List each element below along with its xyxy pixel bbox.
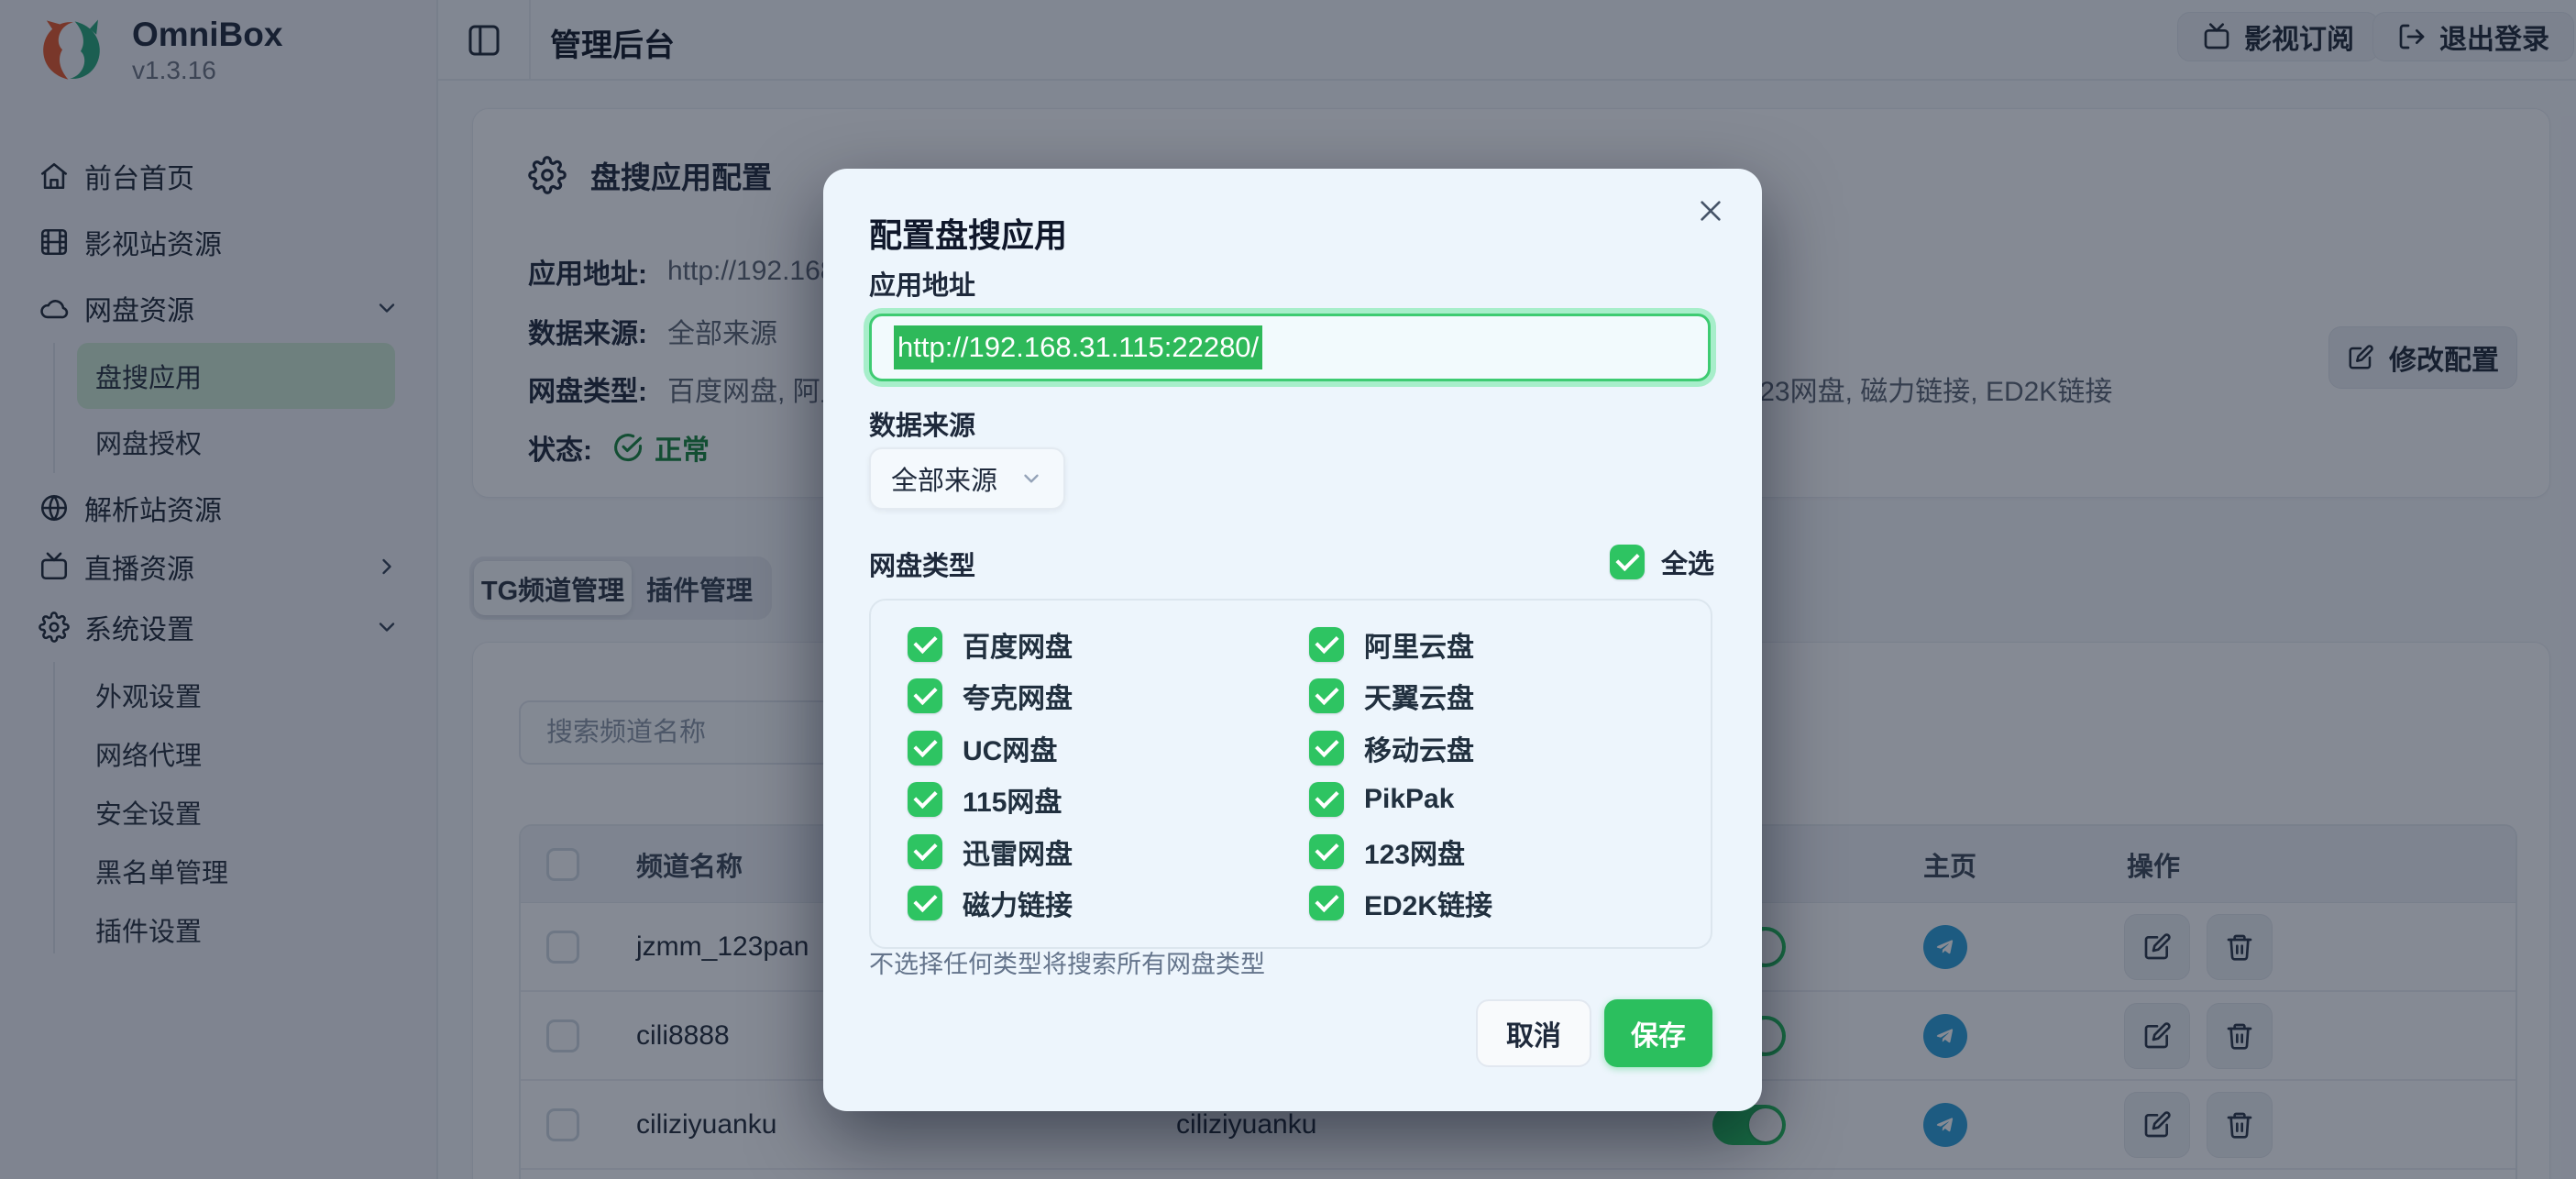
cancel-button[interactable]: 取消 xyxy=(1476,999,1591,1067)
type-label: 夸克网盘 xyxy=(963,676,1073,716)
type-label: 百度网盘 xyxy=(963,624,1073,665)
select-all-checkbox[interactable] xyxy=(1610,545,1645,579)
type-label: 115网盘 xyxy=(963,779,1062,820)
type-label: 磁力链接 xyxy=(963,883,1073,923)
type-checkbox[interactable] xyxy=(1309,834,1344,869)
url-input[interactable]: http://192.168.31.115:22280/ xyxy=(869,314,1711,381)
data-source-select[interactable]: 全部来源 xyxy=(869,447,1065,510)
type-checkbox[interactable] xyxy=(1309,731,1344,766)
type-checkbox[interactable] xyxy=(908,731,942,766)
type-checkbox[interactable] xyxy=(1309,782,1344,817)
data-source-value: 全部来源 xyxy=(891,459,997,498)
type-checkbox-item[interactable]: ED2K链接 xyxy=(1309,883,1711,923)
type-label: 天翼云盘 xyxy=(1364,676,1474,716)
type-label: 迅雷网盘 xyxy=(963,832,1073,872)
netdisk-type-grid: 百度网盘 阿里云盘 夸克网盘 天翼云盘 UC网盘 移动云盘 115网盘 PikP… xyxy=(869,599,1712,949)
type-checkbox[interactable] xyxy=(1309,678,1344,713)
save-button[interactable]: 保存 xyxy=(1604,999,1712,1067)
type-checkbox-item[interactable]: 磁力链接 xyxy=(908,883,1309,923)
source-field-label: 数据来源 xyxy=(869,404,975,443)
type-checkbox[interactable] xyxy=(908,834,942,869)
type-checkbox-item[interactable]: 123网盘 xyxy=(1309,832,1711,872)
type-checkbox[interactable] xyxy=(908,886,942,920)
type-label: UC网盘 xyxy=(963,728,1057,768)
type-checkbox[interactable] xyxy=(908,627,942,662)
type-checkbox[interactable] xyxy=(1309,627,1344,662)
types-hint-text: 不选择任何类型将搜索所有网盘类型 xyxy=(869,944,1265,980)
type-label: 移动云盘 xyxy=(1364,728,1474,768)
modal-title: 配置盘搜应用 xyxy=(869,209,1067,257)
type-checkbox-item[interactable]: PikPak xyxy=(1309,779,1711,820)
type-label: PikPak xyxy=(1364,784,1454,815)
type-label: 123网盘 xyxy=(1364,832,1465,872)
type-checkbox-item[interactable]: 迅雷网盘 xyxy=(908,832,1309,872)
type-label: 阿里云盘 xyxy=(1364,624,1474,665)
url-field-label: 应用地址 xyxy=(869,264,975,303)
chevron-down-icon xyxy=(1019,467,1043,490)
close-icon[interactable] xyxy=(1690,191,1731,231)
type-checkbox-item[interactable]: 天翼云盘 xyxy=(1309,676,1711,716)
select-all-types[interactable]: 全选 xyxy=(1610,543,1714,581)
select-all-label: 全选 xyxy=(1661,543,1714,581)
type-checkbox-item[interactable]: 阿里云盘 xyxy=(1309,624,1711,665)
type-label: ED2K链接 xyxy=(1364,883,1492,923)
url-input-selected-text: http://192.168.31.115:22280/ xyxy=(894,325,1262,369)
type-checkbox-item[interactable]: UC网盘 xyxy=(908,728,1309,768)
type-checkbox-item[interactable]: 115网盘 xyxy=(908,779,1309,820)
configure-pan-search-modal: 配置盘搜应用 应用地址 http://192.168.31.115:22280/… xyxy=(823,169,1762,1111)
types-field-label: 网盘类型 xyxy=(869,545,975,583)
type-checkbox-item[interactable]: 夸克网盘 xyxy=(908,676,1309,716)
type-checkbox[interactable] xyxy=(908,782,942,817)
type-checkbox-item[interactable]: 移动云盘 xyxy=(1309,728,1711,768)
type-checkbox-item[interactable]: 百度网盘 xyxy=(908,624,1309,665)
type-checkbox[interactable] xyxy=(908,678,942,713)
type-checkbox[interactable] xyxy=(1309,886,1344,920)
